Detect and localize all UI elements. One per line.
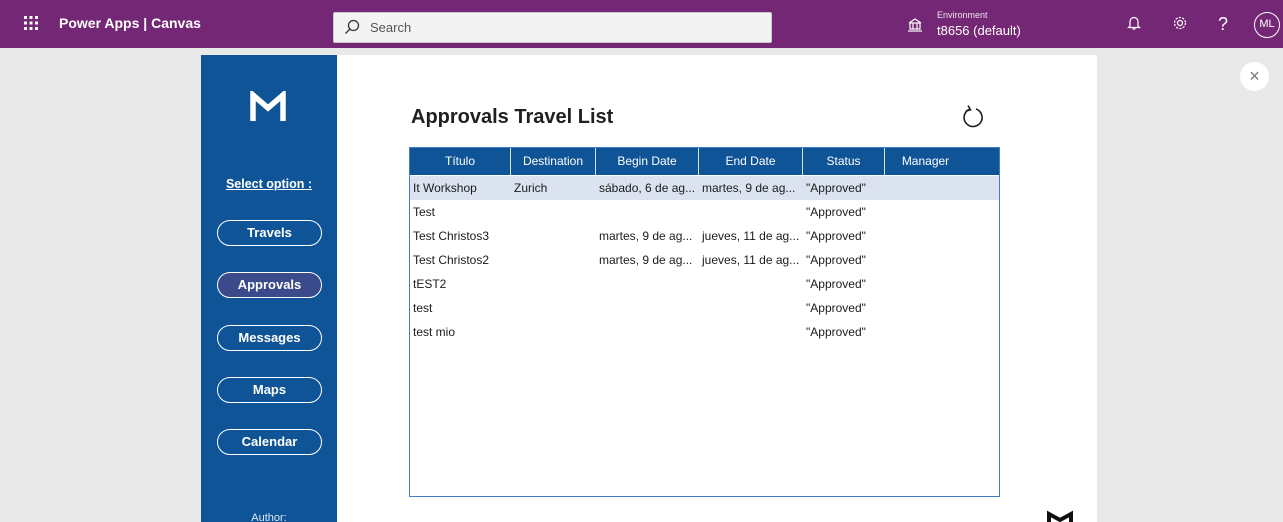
cell-begin-date xyxy=(596,296,699,320)
table-row[interactable]: Test Christos2 martes, 9 de ag... jueves… xyxy=(410,248,999,272)
cell-begin-date xyxy=(596,320,699,344)
cell-end-date: martes, 9 de ag... xyxy=(702,181,796,195)
cell-destination xyxy=(511,272,596,296)
logo-icon xyxy=(250,91,286,121)
help-icon[interactable]: ? xyxy=(1214,15,1232,33)
cell-end-date: jueves, 11 de ag... xyxy=(702,229,800,243)
calendar-button[interactable]: Calendar xyxy=(217,429,322,455)
waffle-icon[interactable] xyxy=(22,14,42,34)
cell-begin-date: sábado, 6 de ag... xyxy=(599,181,696,195)
messages-button[interactable]: Messages xyxy=(217,325,322,351)
cell-destination xyxy=(511,320,596,344)
refresh-icon[interactable] xyxy=(960,104,986,130)
environment-value[interactable]: t8656 (default) xyxy=(937,23,1021,38)
page-title: Approvals Travel List xyxy=(411,106,614,128)
bell-icon[interactable] xyxy=(1125,15,1143,33)
travels-button[interactable]: Travels xyxy=(217,220,322,246)
cell-manager xyxy=(885,200,966,224)
cell-end-date xyxy=(699,320,803,344)
sidebar: Select option : Travels Approvals Messag… xyxy=(201,55,337,522)
cell-end-date xyxy=(699,296,803,320)
search-icon xyxy=(345,19,360,34)
cell-destination xyxy=(511,200,596,224)
approvals-button[interactable]: Approvals xyxy=(217,272,322,298)
cell-destination xyxy=(511,296,596,320)
table-header: Título Destination Begin Date End Date S… xyxy=(410,148,999,175)
search-box[interactable] xyxy=(333,12,772,43)
column-header-titulo[interactable]: Título xyxy=(410,148,511,175)
search-input[interactable] xyxy=(370,13,750,42)
cell-titulo: tEST2 xyxy=(413,277,447,291)
cell-manager xyxy=(885,224,966,248)
gear-icon[interactable] xyxy=(1171,15,1189,33)
cell-status: "Approved" xyxy=(806,205,866,219)
cell-end-date: jueves, 11 de ag... xyxy=(702,253,800,267)
column-header-begin-date[interactable]: Begin Date xyxy=(596,148,699,175)
app-name[interactable]: Power Apps | Canvas xyxy=(59,15,201,31)
cell-status: "Approved" xyxy=(806,253,866,267)
cell-begin-date xyxy=(596,272,699,296)
cell-titulo: Test xyxy=(413,205,436,219)
cell-titulo: It Workshop xyxy=(413,181,477,195)
maps-button[interactable]: Maps xyxy=(217,377,322,403)
column-header-destination[interactable]: Destination xyxy=(511,148,596,175)
cell-destination xyxy=(511,248,596,272)
app-canvas: Select option : Travels Approvals Messag… xyxy=(201,55,1097,522)
cell-status: "Approved" xyxy=(806,325,866,339)
cell-manager xyxy=(885,248,966,272)
cell-status: "Approved" xyxy=(806,277,866,291)
cell-manager xyxy=(885,176,966,200)
cell-end-date xyxy=(699,200,803,224)
cell-destination: Zurich xyxy=(514,181,548,195)
column-header-manager[interactable]: Manager xyxy=(885,148,966,175)
table-row[interactable]: It Workshop Zurich sábado, 6 de ag... ma… xyxy=(410,176,999,200)
avatar[interactable]: ML xyxy=(1254,12,1280,38)
cell-titulo: test mio xyxy=(413,325,456,339)
cell-manager xyxy=(885,320,966,344)
cell-titulo: Test Christos2 xyxy=(413,253,490,267)
cell-destination xyxy=(511,224,596,248)
environment-icon[interactable] xyxy=(907,17,923,33)
corner-logo-icon xyxy=(1047,510,1073,522)
cell-status: "Approved" xyxy=(806,229,866,243)
cell-titulo: test xyxy=(413,301,433,315)
table-row[interactable]: tEST2 "Approved" xyxy=(410,272,999,296)
cell-begin-date: martes, 9 de ag... xyxy=(599,229,693,243)
author-label: Author: xyxy=(251,512,287,522)
environment-label[interactable]: Environment xyxy=(937,10,988,20)
cell-manager xyxy=(885,272,966,296)
cell-manager xyxy=(885,296,966,320)
top-bar: Power Apps | Canvas Environment t8656 (d… xyxy=(0,0,1283,48)
cell-begin-date xyxy=(596,200,699,224)
column-header-end-date[interactable]: End Date xyxy=(699,148,803,175)
approvals-table[interactable]: Título Destination Begin Date End Date S… xyxy=(409,147,1000,497)
select-option-label: Select option : xyxy=(225,177,313,191)
cell-titulo: Test Christos3 xyxy=(413,229,490,243)
cell-status: "Approved" xyxy=(806,181,866,195)
table-row[interactable]: Test "Approved" xyxy=(410,200,999,224)
close-icon[interactable]: × xyxy=(1240,62,1269,91)
table-row[interactable]: Test Christos3 martes, 9 de ag... jueves… xyxy=(410,224,999,248)
table-row[interactable]: test "Approved" xyxy=(410,296,999,320)
cell-begin-date: martes, 9 de ag... xyxy=(599,253,693,267)
cell-end-date xyxy=(699,272,803,296)
cell-status: "Approved" xyxy=(806,301,866,315)
column-header-status[interactable]: Status xyxy=(803,148,885,175)
table-row[interactable]: test mio "Approved" xyxy=(410,320,999,344)
